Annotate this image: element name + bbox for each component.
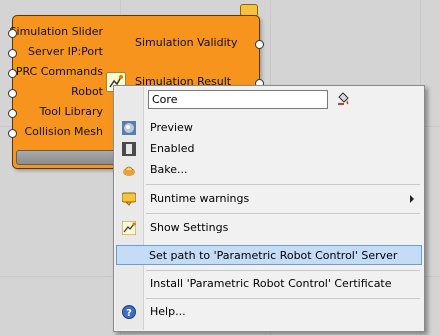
output-port[interactable] bbox=[255, 40, 264, 49]
input-prc-commands: PRC Commands bbox=[15, 65, 103, 78]
component-name-field[interactable] bbox=[148, 90, 328, 109]
output-simulation-validity: Simulation Validity bbox=[135, 36, 238, 49]
help-icon: ? bbox=[122, 305, 136, 319]
menu-separator bbox=[146, 184, 420, 185]
menu-item-install-certificate[interactable]: Install 'Parametric Robot Control' Certi… bbox=[116, 274, 422, 294]
context-menu: Preview Enabled Bake... bbox=[113, 85, 425, 332]
input-tool-library: Tool Library bbox=[39, 105, 103, 118]
menu-item-runtime-warnings[interactable]: Runtime warnings bbox=[116, 189, 422, 209]
menu-item-show-settings[interactable]: Show Settings bbox=[116, 218, 422, 238]
menu-item-enabled[interactable]: Enabled bbox=[116, 139, 422, 159]
input-robot: Robot bbox=[71, 85, 103, 98]
menu-item-preview[interactable]: Preview bbox=[116, 118, 422, 138]
svg-text:?: ? bbox=[126, 308, 132, 319]
input-simulation-slider: Simulation Slider bbox=[9, 25, 103, 38]
menu-separator bbox=[146, 270, 420, 271]
input-collision-mesh: Collision Mesh bbox=[24, 125, 103, 138]
menu-item-set-server-path[interactable]: Set path to 'Parametric Robot Control' S… bbox=[116, 245, 422, 265]
bake-icon bbox=[122, 163, 136, 177]
input-port[interactable] bbox=[8, 129, 17, 138]
input-port[interactable] bbox=[8, 49, 17, 58]
menu-item-bake[interactable]: Bake... bbox=[116, 160, 422, 180]
input-server-ip-port: Server IP:Port bbox=[28, 45, 103, 58]
input-port[interactable] bbox=[8, 109, 17, 118]
grasshopper-canvas[interactable]: Simulation Slider Server IP:Port PRC Com… bbox=[0, 0, 439, 335]
input-port[interactable] bbox=[8, 29, 17, 38]
preview-icon bbox=[122, 121, 136, 135]
settings-icon bbox=[121, 220, 137, 236]
enabled-icon bbox=[122, 142, 136, 156]
submenu-arrow-icon bbox=[410, 195, 414, 203]
menu-separator bbox=[146, 213, 420, 214]
menu-item-help[interactable]: ? Help... bbox=[116, 302, 422, 322]
menu-separator bbox=[146, 298, 420, 299]
input-port[interactable] bbox=[8, 89, 17, 98]
warning-balloon-icon bbox=[121, 192, 137, 206]
paint-bucket-icon[interactable] bbox=[336, 92, 350, 106]
input-port[interactable] bbox=[8, 69, 17, 78]
